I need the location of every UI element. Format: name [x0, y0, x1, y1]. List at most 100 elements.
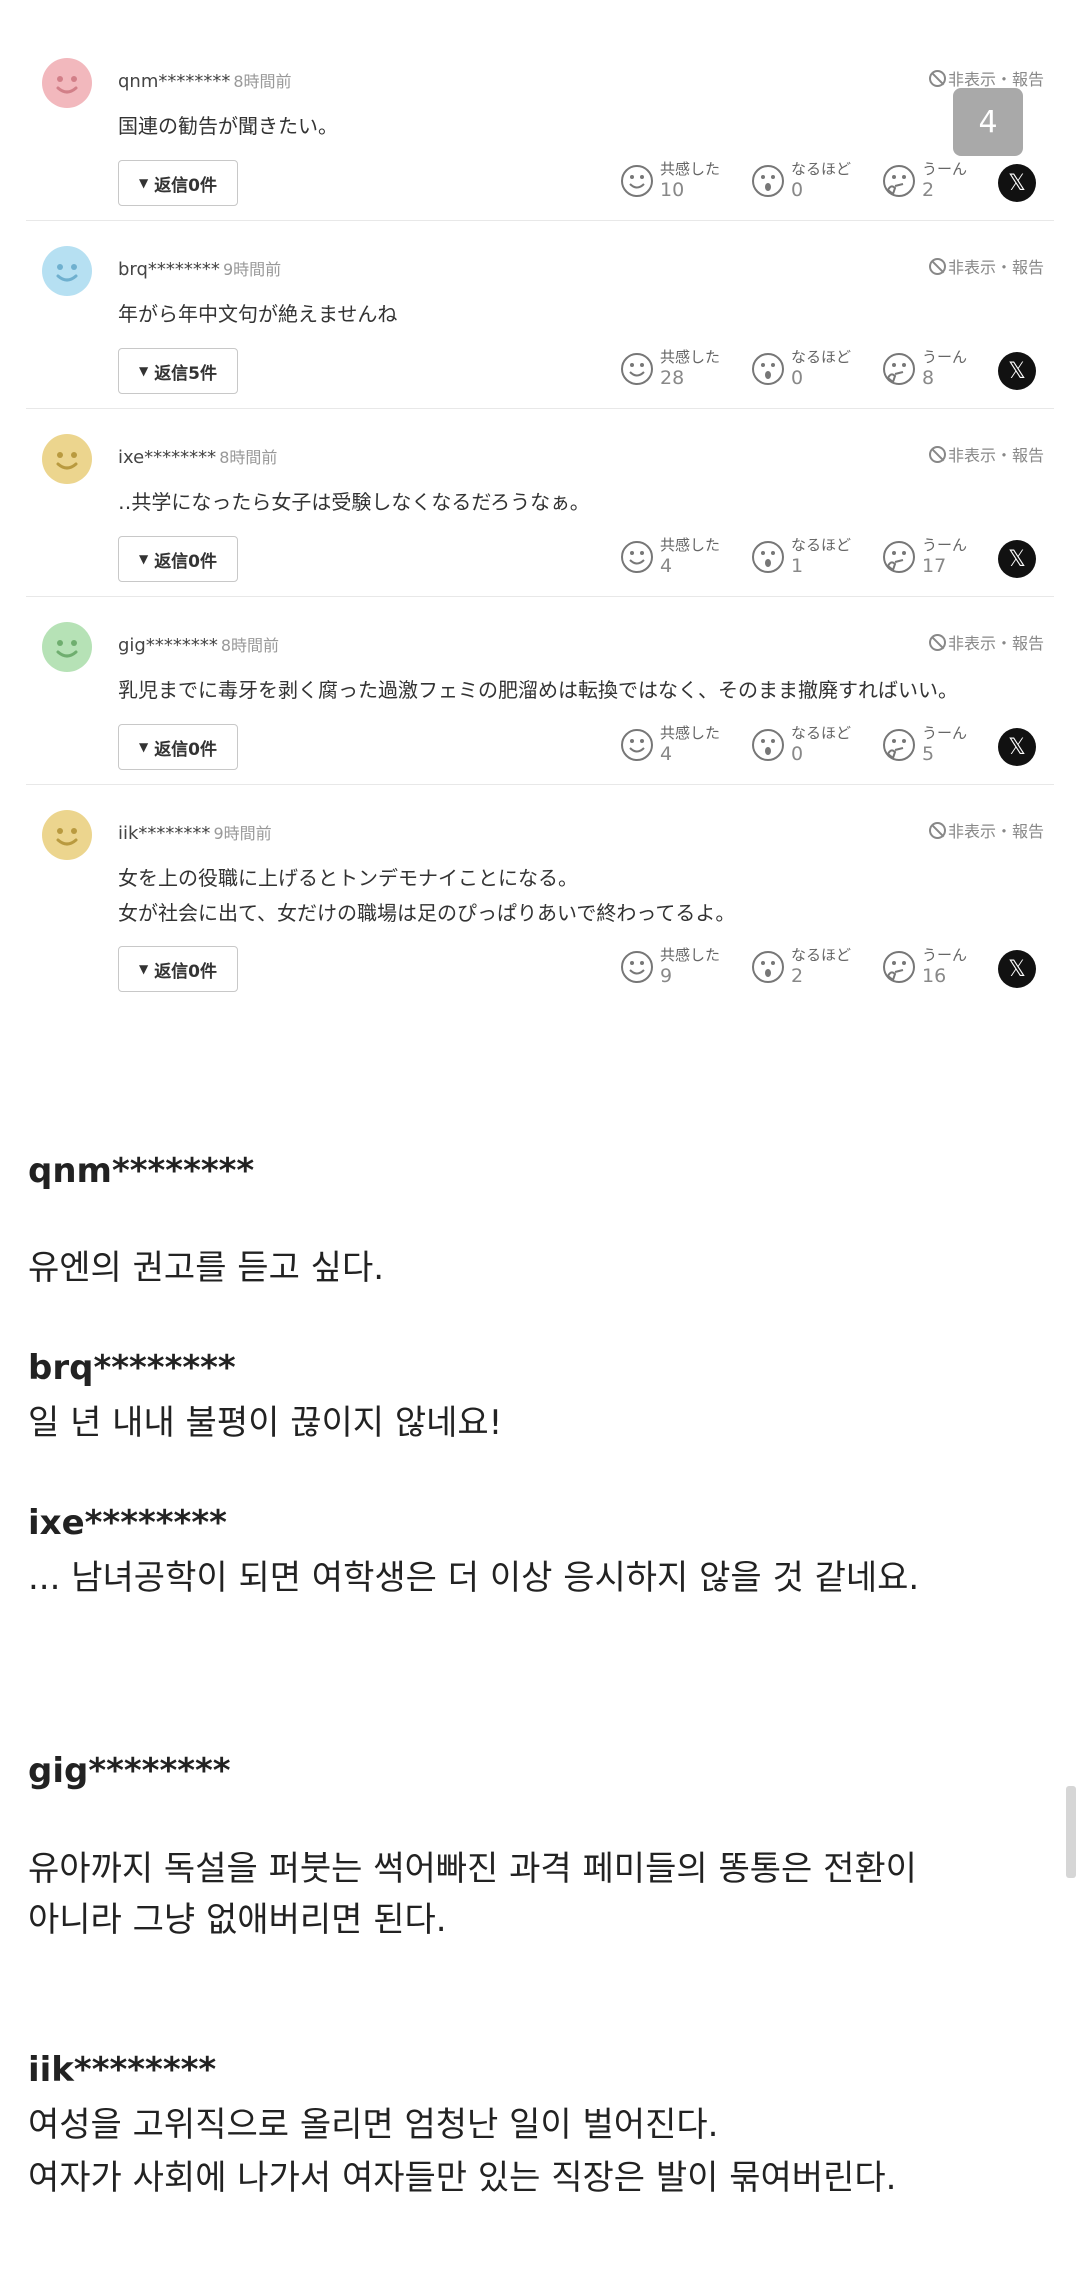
ban-icon	[928, 446, 946, 463]
comment-line: 乳児までに毒牙を剥く腐った過激フェミの肥溜めは転換ではなく、そのまま撤廃すればい…	[118, 678, 958, 702]
ban-icon	[928, 634, 946, 651]
hide-report-link[interactable]: 非表示・報告	[928, 442, 1044, 466]
avatar[interactable]	[42, 246, 92, 296]
username[interactable]: gig********	[118, 635, 218, 656]
comment-line: 年がら年中文句が絶えませんね	[118, 302, 398, 326]
reply-toggle-button[interactable]: ▼ 返信5件	[118, 348, 238, 394]
translation-line: 아니라 그냥 없애버리면 된다.	[28, 1900, 447, 1940]
page-number-badge[interactable]: 4	[953, 88, 1023, 156]
caret-down-icon: ▼	[138, 552, 149, 566]
avatar[interactable]	[42, 58, 92, 108]
comment-text: 国連の勧告が聞きたい。	[118, 109, 338, 144]
reaction-label: なるほど	[791, 348, 852, 366]
reaction-count: 0	[791, 367, 804, 389]
reaction-agree-button[interactable]: 共感した 28	[620, 346, 720, 392]
translation-line: 유아까지 독설을 퍼붓는 썩어빠진 과격 페미들의 똥통은 전환이	[28, 1849, 917, 1889]
smile-face-icon	[620, 164, 654, 198]
comment-item: iik******** 9時間前 非表示・報告 女を上の役職に上げるとトンデモナイ…	[26, 784, 1054, 1004]
comment-item: qnm******** 8時間前 非表示・報告 国連の勧告が聞きたい。 ▼ 返信0件…	[26, 32, 1054, 221]
comment-line: 国連の勧告が聞きたい。	[118, 114, 338, 138]
thinking-face-icon	[882, 540, 916, 574]
reaction-hmm-button[interactable]: うーん 5	[882, 722, 982, 768]
x-share-icon[interactable]: 𝕏	[998, 728, 1036, 766]
hide-report-link[interactable]: 非表示・報告	[928, 630, 1044, 654]
hide-report-link[interactable]: 非表示・報告	[928, 818, 1044, 842]
hide-report-link[interactable]: 非表示・報告	[928, 254, 1044, 278]
reply-toggle-button[interactable]: ▼ 返信0件	[118, 160, 238, 206]
caret-down-icon: ▼	[138, 740, 149, 754]
comment-line: ‥共学になったら女子は受験しなくなるだろうなぁ。	[118, 490, 590, 514]
reaction-label: なるほど	[791, 946, 852, 964]
reaction-label: うーん	[922, 946, 968, 964]
thinking-face-icon	[882, 728, 916, 762]
comment-user: ixe******** 8時間前	[118, 444, 277, 468]
translation-username: iik********	[28, 2050, 217, 2090]
comment-text: 女を上の役職に上げるとトンデモナイことになる。 女が社会に出て、女だけの職場は足の…	[118, 861, 735, 931]
comment-user: gig******** 8時間前	[118, 632, 279, 656]
reaction-indeed-button[interactable]: なるほど 1	[751, 534, 851, 580]
reaction-agree-button[interactable]: 共感した 4	[620, 534, 720, 580]
x-share-icon[interactable]: 𝕏	[998, 540, 1036, 578]
translation-line: ... 남녀공학이 되면 여학생은 더 이상 응시하지 않을 것 같네요.	[28, 1558, 920, 1598]
hide-report-label: 非表示・報告	[947, 634, 1044, 653]
reaction-agree-button[interactable]: 共感した 10	[620, 158, 720, 204]
comment-text: 年がら年中文句が絶えませんね	[118, 297, 397, 332]
reaction-indeed-button[interactable]: なるほど 0	[751, 722, 851, 768]
ban-icon	[928, 822, 946, 839]
username[interactable]: qnm********	[118, 71, 230, 92]
reply-count-label: 返信0件	[154, 961, 218, 982]
username[interactable]: iik********	[118, 823, 210, 844]
reply-count-label: 返信0件	[154, 551, 218, 572]
reaction-label: 共感した	[660, 946, 721, 964]
x-share-icon[interactable]: 𝕏	[998, 352, 1036, 390]
reaction-label: うーん	[922, 724, 968, 742]
x-share-icon[interactable]: 𝕏	[998, 950, 1036, 988]
post-time: 8時間前	[219, 448, 278, 467]
reaction-count: 4	[660, 555, 673, 577]
caret-down-icon: ▼	[138, 176, 149, 190]
hide-report-link[interactable]: 非表示・報告	[928, 66, 1044, 90]
avatar[interactable]	[42, 434, 92, 484]
reaction-count: 0	[791, 179, 804, 201]
reply-toggle-button[interactable]: ▼ 返信0件	[118, 724, 238, 770]
username[interactable]: ixe********	[118, 447, 216, 468]
comment-item: brq******** 9時間前 非表示・報告 年がら年中文句が絶えませんね ▼ 返…	[26, 220, 1054, 409]
comment-text: 乳児までに毒牙を剥く腐った過激フェミの肥溜めは転換ではなく、そのまま撤廃すればい…	[118, 673, 958, 708]
caret-down-icon: ▼	[138, 364, 149, 378]
hide-report-label: 非表示・報告	[947, 258, 1044, 277]
comment-item: gig******** 8時間前 非表示・報告 乳児までに毒牙を剥く腐った過激フェ…	[26, 596, 1054, 785]
scrollbar[interactable]	[1066, 1786, 1076, 1878]
smile-face-icon	[620, 352, 654, 386]
reaction-indeed-button[interactable]: なるほど 0	[751, 346, 851, 392]
reaction-indeed-button[interactable]: なるほど 0	[751, 158, 851, 204]
reply-toggle-button[interactable]: ▼ 返信0件	[118, 946, 238, 992]
reaction-hmm-button[interactable]: うーん 2	[882, 158, 982, 204]
translation-line: 일 년 내내 불평이 끊이지 않네요!	[28, 1403, 503, 1443]
username[interactable]: brq********	[118, 259, 220, 280]
reaction-count: 8	[922, 367, 935, 389]
avatar[interactable]	[42, 622, 92, 672]
reaction-count: 10	[660, 179, 685, 201]
reaction-hmm-button[interactable]: うーん 16	[882, 944, 982, 990]
reaction-count: 0	[791, 743, 804, 765]
reaction-label: なるほど	[791, 160, 852, 178]
translation-username: qnm********	[28, 1151, 255, 1191]
reaction-agree-button[interactable]: 共感した 4	[620, 722, 720, 768]
reaction-label: 共感した	[660, 348, 721, 366]
reaction-hmm-button[interactable]: うーん 8	[882, 346, 982, 392]
reply-count-label: 返信0件	[154, 175, 218, 196]
comment-line: 女が社会に出て、女だけの職場は足のぴっぱりあいで終わってるよ。	[118, 901, 736, 925]
reaction-count: 5	[922, 743, 935, 765]
reaction-label: 共感した	[660, 536, 721, 554]
x-share-icon[interactable]: 𝕏	[998, 164, 1036, 202]
translation-username: ixe********	[28, 1503, 227, 1543]
surprised-face-icon	[751, 950, 785, 984]
reaction-label: なるほど	[791, 536, 852, 554]
thinking-face-icon	[882, 164, 916, 198]
reaction-indeed-button[interactable]: なるほど 2	[751, 944, 851, 990]
reaction-agree-button[interactable]: 共感した 9	[620, 944, 720, 990]
translation-line: 여성을 고위직으로 올리면 엄청난 일이 벌어진다.	[28, 2105, 719, 2145]
reaction-hmm-button[interactable]: うーん 17	[882, 534, 982, 580]
reply-toggle-button[interactable]: ▼ 返信0件	[118, 536, 238, 582]
avatar[interactable]	[42, 810, 92, 860]
